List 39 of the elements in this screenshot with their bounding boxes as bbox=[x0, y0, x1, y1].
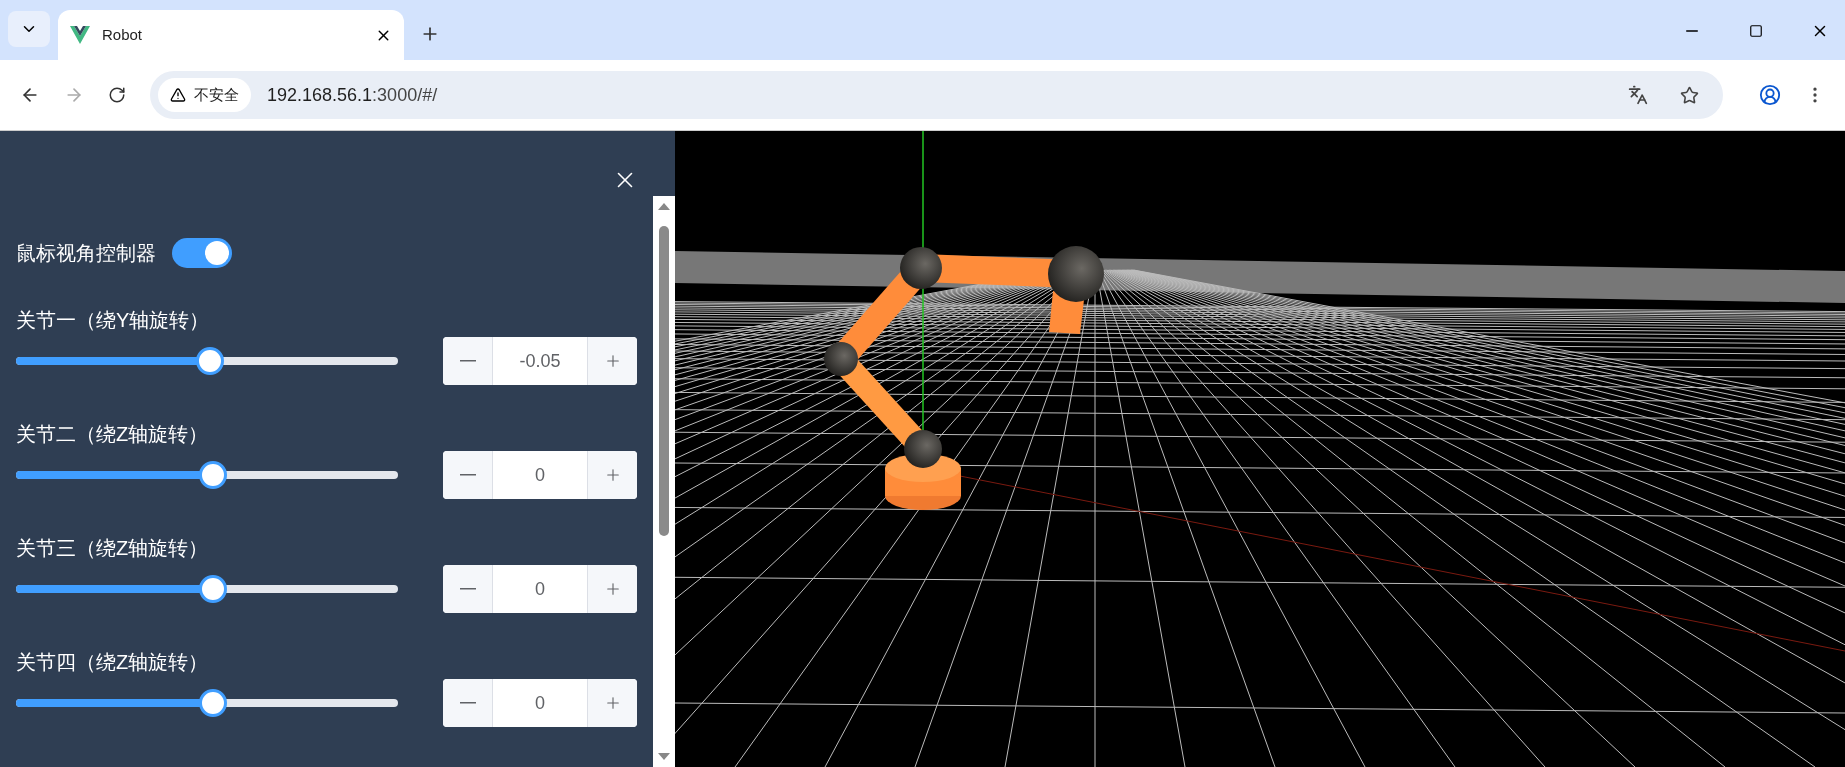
scrollbar[interactable] bbox=[653, 196, 675, 767]
number-value: -0.05 bbox=[518, 349, 562, 373]
joint-label: 关节三（绕Z轴旋转） bbox=[16, 536, 210, 561]
address-bar[interactable]: 不安全 192.168.56.1:3000/#/ bbox=[150, 71, 1723, 119]
maximize-icon[interactable] bbox=[1749, 24, 1763, 38]
slider-thumb[interactable] bbox=[195, 347, 224, 375]
slider[interactable] bbox=[16, 575, 398, 603]
joint-label: 关节四（绕Z轴旋转） bbox=[16, 650, 210, 675]
star-icon[interactable] bbox=[1680, 85, 1699, 105]
browser-tab[interactable]: Robot bbox=[58, 10, 404, 60]
slider-thumb[interactable] bbox=[199, 575, 228, 603]
minus-icon bbox=[459, 474, 476, 476]
tab-title: Robot bbox=[102, 24, 144, 45]
toggle-switch[interactable] bbox=[172, 238, 232, 268]
number-value: 0 bbox=[534, 577, 546, 601]
minus-icon bbox=[459, 702, 476, 704]
security-chip[interactable]: 不安全 bbox=[158, 78, 251, 112]
scroll-up-icon bbox=[658, 202, 670, 210]
security-label: 不安全 bbox=[194, 84, 239, 105]
warning-icon bbox=[170, 87, 186, 103]
number-value: 0 bbox=[534, 463, 546, 487]
slider[interactable] bbox=[16, 461, 398, 489]
joint-label: 关节一（绕Y轴旋转） bbox=[16, 308, 211, 333]
logo-icon bbox=[70, 26, 90, 44]
minus-icon bbox=[459, 360, 476, 362]
slider[interactable] bbox=[16, 689, 398, 717]
profile-icon[interactable] bbox=[1759, 84, 1781, 106]
slider-thumb[interactable] bbox=[199, 461, 228, 489]
minus-icon bbox=[459, 588, 476, 590]
scroll-down-icon bbox=[658, 753, 670, 761]
slider[interactable] bbox=[16, 347, 398, 375]
url-text: 192.168.56.1:3000/#/ bbox=[267, 83, 439, 107]
scrollbar-thumb[interactable] bbox=[659, 226, 669, 536]
slider-thumb[interactable] bbox=[199, 689, 228, 717]
translate-icon[interactable] bbox=[1628, 85, 1648, 105]
reload-icon[interactable] bbox=[108, 86, 126, 104]
toggle-label: 鼠标视角控制器 bbox=[16, 241, 156, 266]
joint-label: 关节二（绕Z轴旋转） bbox=[16, 422, 210, 447]
number-value: 0 bbox=[534, 691, 546, 715]
